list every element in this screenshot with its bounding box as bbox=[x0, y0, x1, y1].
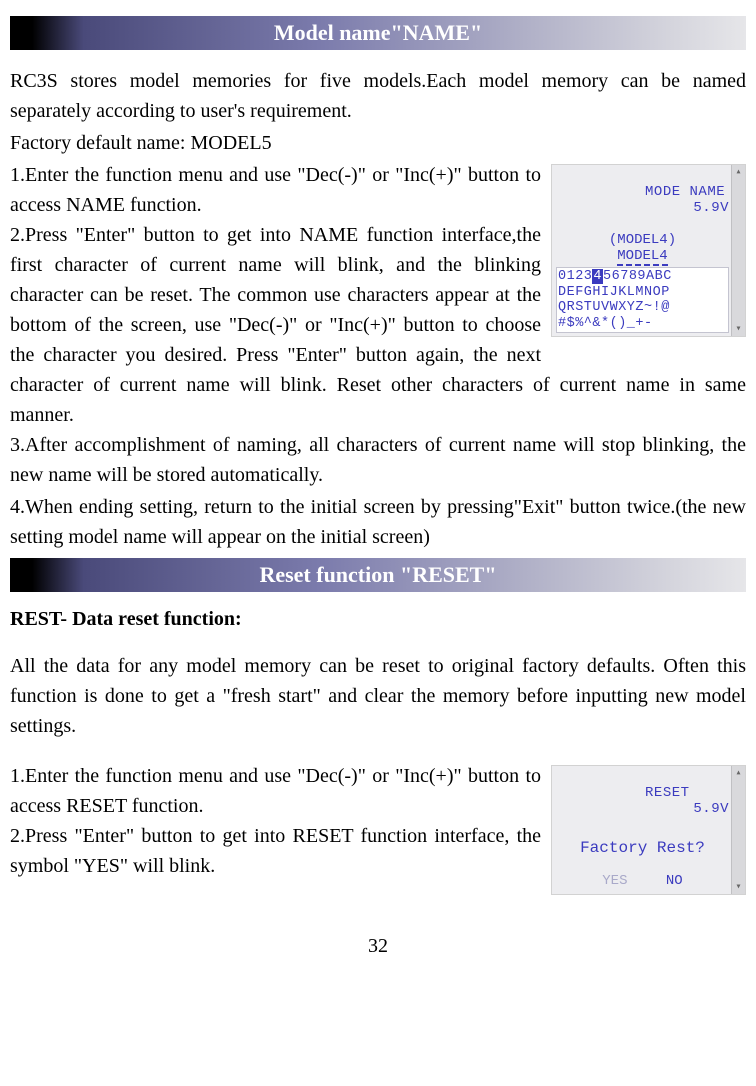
intro-paragraph-1: RC3S stores model memories for five mode… bbox=[10, 66, 746, 126]
scroll-up-icon: ▴ bbox=[732, 766, 745, 780]
reset-step-1: 1.Enter the function menu and use "Dec(-… bbox=[10, 765, 541, 817]
rest-intro: All the data for any model memory can be… bbox=[10, 651, 746, 741]
lcd-no-option: NO bbox=[666, 873, 683, 889]
reset-function-block: RESET 5.9V Factory Rest? YES NO ▴ ▾ 1.En… bbox=[10, 761, 746, 899]
scroll-down-icon: ▾ bbox=[732, 880, 745, 894]
rest-sub-heading: REST- Data reset function: bbox=[10, 608, 746, 631]
lcd-scrollbar: ▴ ▾ bbox=[731, 766, 745, 894]
lcd-yes-no: YES NO bbox=[556, 873, 729, 889]
lcd-title-text: MODE NAME bbox=[645, 184, 725, 200]
lcd-title-row: RESET 5.9V bbox=[556, 769, 729, 833]
lcd-scrollbar: ▴ ▾ bbox=[731, 165, 745, 336]
name-step-4: 4.When ending setting, return to the ini… bbox=[10, 492, 746, 552]
intro-paragraph-2: Factory default name: MODEL5 bbox=[10, 128, 746, 158]
lcd-title-row: MODE NAME 5.9V bbox=[556, 168, 729, 232]
name-step-1: 1.Enter the function menu and use "Dec(-… bbox=[10, 164, 541, 216]
name-function-block: MODE NAME 5.9V (MODEL4) MODEL4 012345678… bbox=[10, 160, 746, 430]
lcd-model-paren: (MODEL4) bbox=[556, 232, 729, 248]
lcd-screenshot-reset: RESET 5.9V Factory Rest? YES NO ▴ ▾ bbox=[551, 765, 746, 895]
lcd-title-text: RESET bbox=[645, 785, 690, 801]
lcd-voltage: 5.9V bbox=[693, 801, 729, 817]
lcd-factory-msg: Factory Rest? bbox=[556, 839, 729, 857]
reset-step-2: 2.Press "Enter" button to get into RESET… bbox=[10, 825, 541, 877]
name-step-3: 3.After accomplishment of naming, all ch… bbox=[10, 430, 746, 490]
page-number: 32 bbox=[10, 935, 746, 958]
lcd-screenshot-name: MODE NAME 5.9V (MODEL4) MODEL4 012345678… bbox=[551, 164, 746, 337]
lcd-char-grid: 0123456789ABC DEFGHIJKLMNOP QRSTUVWXYZ~!… bbox=[556, 267, 729, 333]
section-header-name: Model name"NAME" bbox=[10, 16, 746, 50]
lcd-model-name: MODEL4 bbox=[556, 248, 729, 264]
scroll-down-icon: ▾ bbox=[732, 322, 745, 336]
lcd-voltage: 5.9V bbox=[693, 200, 729, 216]
section-header-reset: Reset function "RESET" bbox=[10, 558, 746, 592]
lcd-yes-option: YES bbox=[602, 873, 627, 889]
scroll-up-icon: ▴ bbox=[732, 165, 745, 179]
